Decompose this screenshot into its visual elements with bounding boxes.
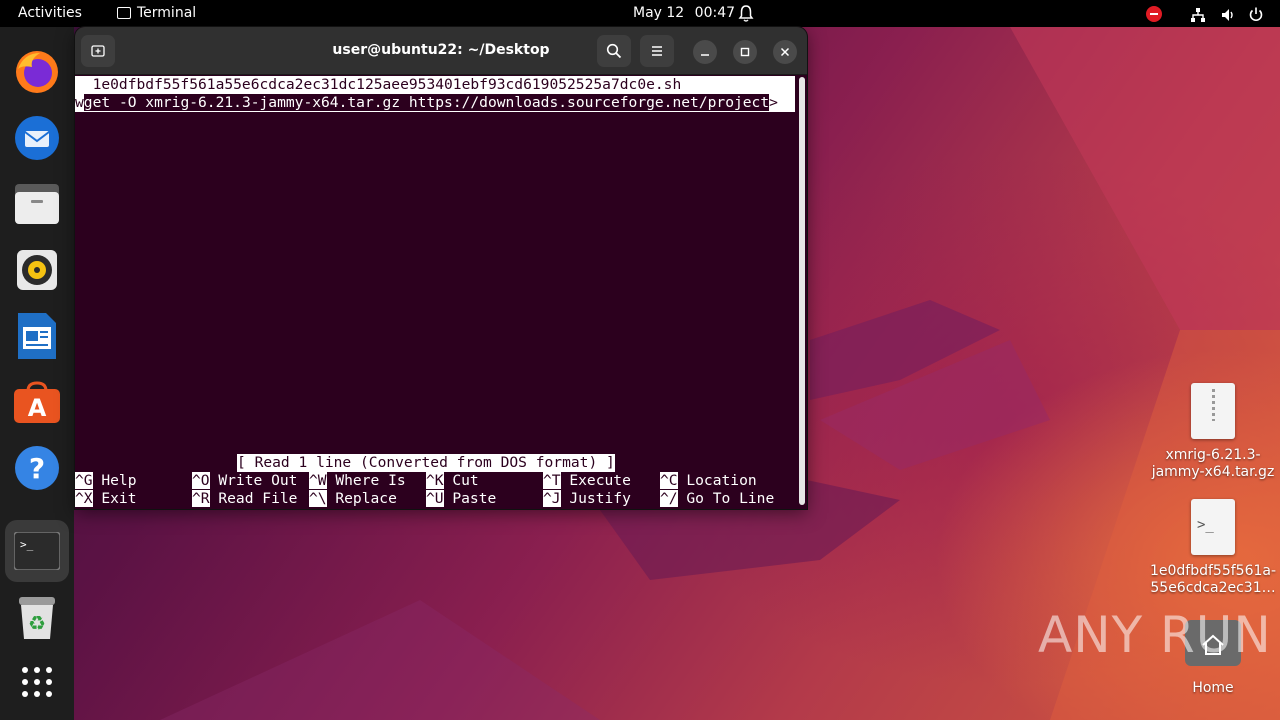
shortcut-label: Write Out [209,472,298,489]
shortcut-key: ^K [426,472,444,489]
svg-text:♻: ♻ [28,611,46,635]
shortcut-item: ^/ Go To Line [660,490,774,508]
shortcut-label: Read File [209,490,298,507]
shortcut-label: Where Is [326,472,406,489]
clock[interactable]: May 12 00:47 [633,0,735,27]
archive-file-icon [1191,383,1235,439]
clock-date: May 12 [633,5,685,21]
shortcut-item: ^R Read File [192,490,297,508]
shortcut-key: ^O [192,472,210,489]
maximize-button[interactable] [733,40,757,64]
search-icon [606,43,622,59]
terminal-window[interactable]: user@ubuntu22: ~/Desktop 1e0dfbdf55f561a… [75,27,807,509]
desktop-file-tarball[interactable]: xmrig-6.21.3- jammy-x64.tar.gz [1148,383,1278,481]
top-bar: Activities Terminal May 12 00:47 [0,0,1280,27]
shortcut-key: ^U [426,490,444,507]
nano-title-bar: 1e0dfbdf55f561a55e6cdca2ec31dc125aee9534… [75,76,795,94]
nano-editor[interactable]: 1e0dfbdf55f561a55e6cdca2ec31dc125aee9534… [75,75,795,509]
hamburger-icon [652,46,662,56]
maximize-icon [740,47,750,57]
shortcut-item: ^O Write Out [192,472,297,490]
cursor-char: w [75,94,84,111]
new-tab-button[interactable] [81,35,115,67]
line-overflow-marker: > [769,94,778,111]
app-menu-label: Terminal [137,5,197,21]
rhythmbox-icon[interactable] [12,245,62,295]
shortcut-key: ^G [75,472,93,489]
shortcut-key: ^T [543,472,561,489]
files-icon[interactable] [12,179,62,229]
new-tab-icon [91,45,105,57]
shortcut-item: ^U Paste [426,490,496,508]
thunderbird-icon[interactable] [12,113,62,163]
menu-button[interactable] [640,35,674,67]
svg-text:?: ? [29,452,45,485]
desktop-home-label: Home [1192,680,1234,696]
script-file-icon: >_ [1191,499,1235,555]
network-icon[interactable] [1190,6,1206,22]
help-icon[interactable]: ? [12,443,62,493]
app-center-icon[interactable]: A [12,377,62,427]
scrollbar[interactable] [799,77,805,505]
shortcut-key: ^X [75,490,93,507]
desktop-file-label: 1e0dfbdf55f561a- 55e6cdca2ec31… [1149,563,1277,596]
terminal-icon[interactable]: >_ [5,520,69,582]
shortcut-item: ^G Help [75,472,137,490]
shortcut-key: ^R [192,490,210,507]
desktop-file-script[interactable]: >_ 1e0dfbdf55f561a- 55e6cdca2ec31… [1148,499,1278,597]
shortcut-label: Go To Line [677,490,775,507]
close-button[interactable] [773,40,797,64]
shortcut-label: Cut [443,472,479,489]
shortcut-label: Paste [443,490,497,507]
shortcut-label: Replace [326,490,397,507]
shortcut-key: ^/ [660,490,678,507]
app-menu[interactable]: Terminal [117,0,196,27]
terminal-small-icon [117,6,131,19]
anyrun-watermark: ANY RUN [1038,606,1272,664]
nano-status-message: [ Read 1 line (Converted from DOS format… [237,454,615,472]
nano-content-line[interactable]: wget -O xmrig-6.21.3-jammy-x64.tar.gz ht… [75,94,795,112]
dock: A ? >_ ♻ [0,27,74,720]
terminal-header-bar[interactable]: user@ubuntu22: ~/Desktop [75,27,807,75]
shortcut-item: ^W Where Is [309,472,406,490]
desktop-file-label: xmrig-6.21.3- jammy-x64.tar.gz [1151,447,1275,480]
volume-icon[interactable] [1220,6,1236,22]
shortcut-label: Help [92,472,137,489]
shortcut-item: ^C Location [660,472,757,490]
shortcut-label: Execute [560,472,631,489]
shortcut-label: Justify [560,490,631,507]
minimize-button[interactable] [693,40,717,64]
svg-text:>_: >_ [20,538,34,551]
notification-bell-icon[interactable] [738,4,754,23]
shortcut-key: ^\ [309,490,327,507]
do-not-disturb-icon[interactable] [1146,6,1162,22]
shortcut-item: ^X Exit [75,490,137,508]
shortcut-key: ^J [543,490,561,507]
power-icon[interactable] [1248,5,1264,22]
shortcut-item: ^T Execute [543,472,631,490]
shortcut-item: ^J Justify [543,490,631,508]
minimize-icon [701,54,709,56]
firefox-icon[interactable] [12,47,62,97]
shortcut-item: ^K Cut [426,472,479,490]
activities-button[interactable]: Activities [18,0,82,27]
trash-icon[interactable]: ♻ [12,593,62,643]
clock-time: 00:47 [694,5,736,21]
show-apps-icon[interactable] [12,657,62,707]
close-icon [780,47,790,57]
libreoffice-writer-icon[interactable] [12,311,62,361]
search-button[interactable] [597,35,631,67]
shortcut-key: ^W [309,472,327,489]
shortcut-item: ^\ Replace [309,490,397,508]
shortcut-key: ^C [660,472,678,489]
shortcut-label: Location [677,472,757,489]
shortcut-label: Exit [92,490,137,507]
command-text: get -O xmrig-6.21.3-jammy-x64.tar.gz htt… [83,94,770,111]
svg-text:A: A [28,394,47,422]
